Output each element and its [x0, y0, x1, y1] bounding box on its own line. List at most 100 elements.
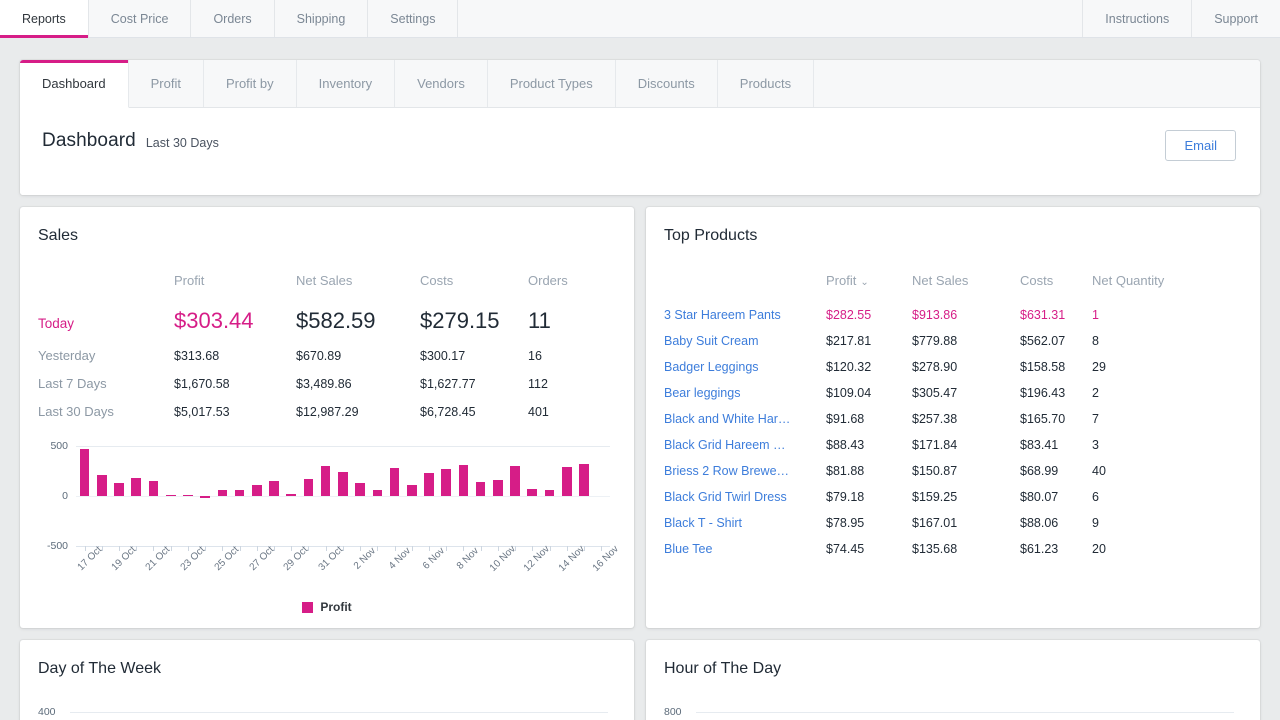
chart-bar[interactable]: [269, 481, 279, 497]
chart-bar-slot: [455, 446, 472, 546]
tab-dashboard[interactable]: Dashboard: [20, 60, 129, 108]
chart-bar[interactable]: [441, 469, 451, 496]
hour-of-day-card: Hour of The Day 800: [646, 640, 1260, 720]
chart-bar[interactable]: [166, 495, 176, 497]
sales-profit-value: $313.68: [174, 348, 296, 376]
x-tick-mark: [498, 546, 499, 551]
chart-bar[interactable]: [304, 479, 314, 496]
product-net-sales: $167.01: [912, 516, 1020, 542]
product-name[interactable]: Bear leggings: [664, 386, 826, 412]
topnav-label: Settings: [390, 12, 435, 26]
chart-bar[interactable]: [545, 490, 555, 496]
x-tick-mark: [515, 546, 516, 551]
chart-bar-slot: [300, 446, 317, 546]
chart-bar[interactable]: [183, 495, 193, 496]
topnav-item-shipping[interactable]: Shipping: [275, 0, 369, 37]
tab-product-types[interactable]: Product Types: [488, 60, 616, 107]
x-tick-mark: [326, 546, 327, 551]
chart-bar-slot: [524, 446, 541, 546]
y-axis-tick-label: 500: [50, 440, 68, 452]
chart-bar[interactable]: [459, 465, 469, 496]
chart-bar[interactable]: [476, 482, 486, 496]
products-col-profit[interactable]: Profit⌄: [826, 273, 912, 308]
tab-discounts[interactable]: Discounts: [616, 60, 718, 107]
product-net-quantity: 2: [1092, 386, 1242, 412]
chart-bar[interactable]: [510, 466, 520, 496]
page-date-range: Last 30 Days: [146, 130, 219, 150]
product-net-sales: $305.47: [912, 386, 1020, 412]
tab-products[interactable]: Products: [718, 60, 814, 107]
topnav-item-cost-price[interactable]: Cost Price: [89, 0, 192, 37]
sales-col-net-sales: Net Sales: [296, 273, 420, 308]
product-name[interactable]: Black Grid Hareem …: [664, 438, 826, 464]
chart-bar[interactable]: [218, 490, 228, 496]
product-net-sales: $779.88: [912, 334, 1020, 360]
chart-bar[interactable]: [390, 468, 400, 496]
chart-bar-slot: [472, 446, 489, 546]
sales-col-orders: Orders: [528, 273, 616, 308]
product-name[interactable]: Black Grid Twirl Dress: [664, 490, 826, 516]
topnav-item-orders[interactable]: Orders: [191, 0, 274, 37]
x-tick-mark: [567, 546, 568, 551]
chart-bar[interactable]: [493, 480, 503, 496]
products-col-net-quantity[interactable]: Net Quantity: [1092, 273, 1242, 308]
chart-bar[interactable]: [149, 481, 159, 496]
chart-bar[interactable]: [579, 464, 589, 497]
x-axis-tick-label: 31 Oct: [316, 544, 345, 573]
chart-bar[interactable]: [373, 490, 383, 496]
x-tick-mark: [119, 546, 120, 551]
chart-bar-slot: [334, 446, 351, 546]
chart-bar[interactable]: [321, 466, 331, 496]
x-axis-tick-label: 2 Nov: [352, 546, 378, 572]
x-tick-mark: [481, 546, 482, 551]
top-products-card: Top Products Profit⌄ Net Sales Costs Net…: [646, 207, 1260, 628]
chart-bar[interactable]: [252, 485, 262, 496]
chart-bar-slot: [283, 446, 300, 546]
products-col-net-sales[interactable]: Net Sales: [912, 273, 1020, 308]
tab-profit-by[interactable]: Profit by: [204, 60, 297, 107]
chart-bar[interactable]: [338, 472, 348, 496]
products-col-costs[interactable]: Costs: [1020, 273, 1092, 308]
x-tick-mark: [240, 546, 241, 551]
tab-inventory[interactable]: Inventory: [297, 60, 395, 107]
chart-bar-slot: [369, 446, 386, 546]
tab-label: Products: [740, 76, 791, 91]
chart-bar[interactable]: [355, 483, 365, 497]
chart-bar[interactable]: [114, 483, 124, 496]
chart-bar-slot: [403, 446, 420, 546]
topnav-item-support[interactable]: Support: [1191, 0, 1280, 37]
product-name[interactable]: 3 Star Hareem Pants: [664, 308, 826, 334]
product-name[interactable]: Blue Tee: [664, 542, 826, 568]
email-button[interactable]: Email: [1165, 130, 1236, 161]
chart-bar[interactable]: [286, 494, 296, 496]
topnav-label: Instructions: [1105, 12, 1169, 26]
tab-vendors[interactable]: Vendors: [395, 60, 488, 107]
product-name[interactable]: Badger Leggings: [664, 360, 826, 386]
y-axis-tick-label: -500: [47, 540, 68, 552]
chart-bar[interactable]: [200, 496, 210, 498]
topnav-item-reports[interactable]: Reports: [0, 0, 89, 37]
product-name[interactable]: Briess 2 Row Brewe…: [664, 464, 826, 490]
chart-bar-slot: [248, 446, 265, 546]
chart-bar[interactable]: [424, 473, 434, 497]
chart-bar[interactable]: [562, 467, 572, 496]
topnav-label: Cost Price: [111, 12, 169, 26]
tab-label: Profit: [151, 76, 181, 91]
chart-bar[interactable]: [131, 478, 141, 496]
product-name[interactable]: Black and White Har…: [664, 412, 826, 438]
tab-profit[interactable]: Profit: [129, 60, 204, 107]
topnav-item-settings[interactable]: Settings: [368, 0, 458, 37]
chart-bar[interactable]: [407, 485, 417, 497]
tab-label: Profit by: [226, 76, 274, 91]
chart-bar[interactable]: [97, 475, 107, 497]
product-net-sales: $278.90: [912, 360, 1020, 386]
product-name[interactable]: Baby Suit Cream: [664, 334, 826, 360]
product-name[interactable]: Black T - Shirt: [664, 516, 826, 542]
chart-bar[interactable]: [80, 449, 90, 496]
topnav-item-instructions[interactable]: Instructions: [1082, 0, 1191, 37]
sales-costs-value: $300.17: [420, 348, 528, 376]
chart-bar-slot: [593, 446, 610, 546]
chart-bar[interactable]: [235, 490, 245, 496]
chart-bar[interactable]: [527, 489, 537, 497]
x-axis-tick-label: 8 Nov: [455, 546, 481, 572]
